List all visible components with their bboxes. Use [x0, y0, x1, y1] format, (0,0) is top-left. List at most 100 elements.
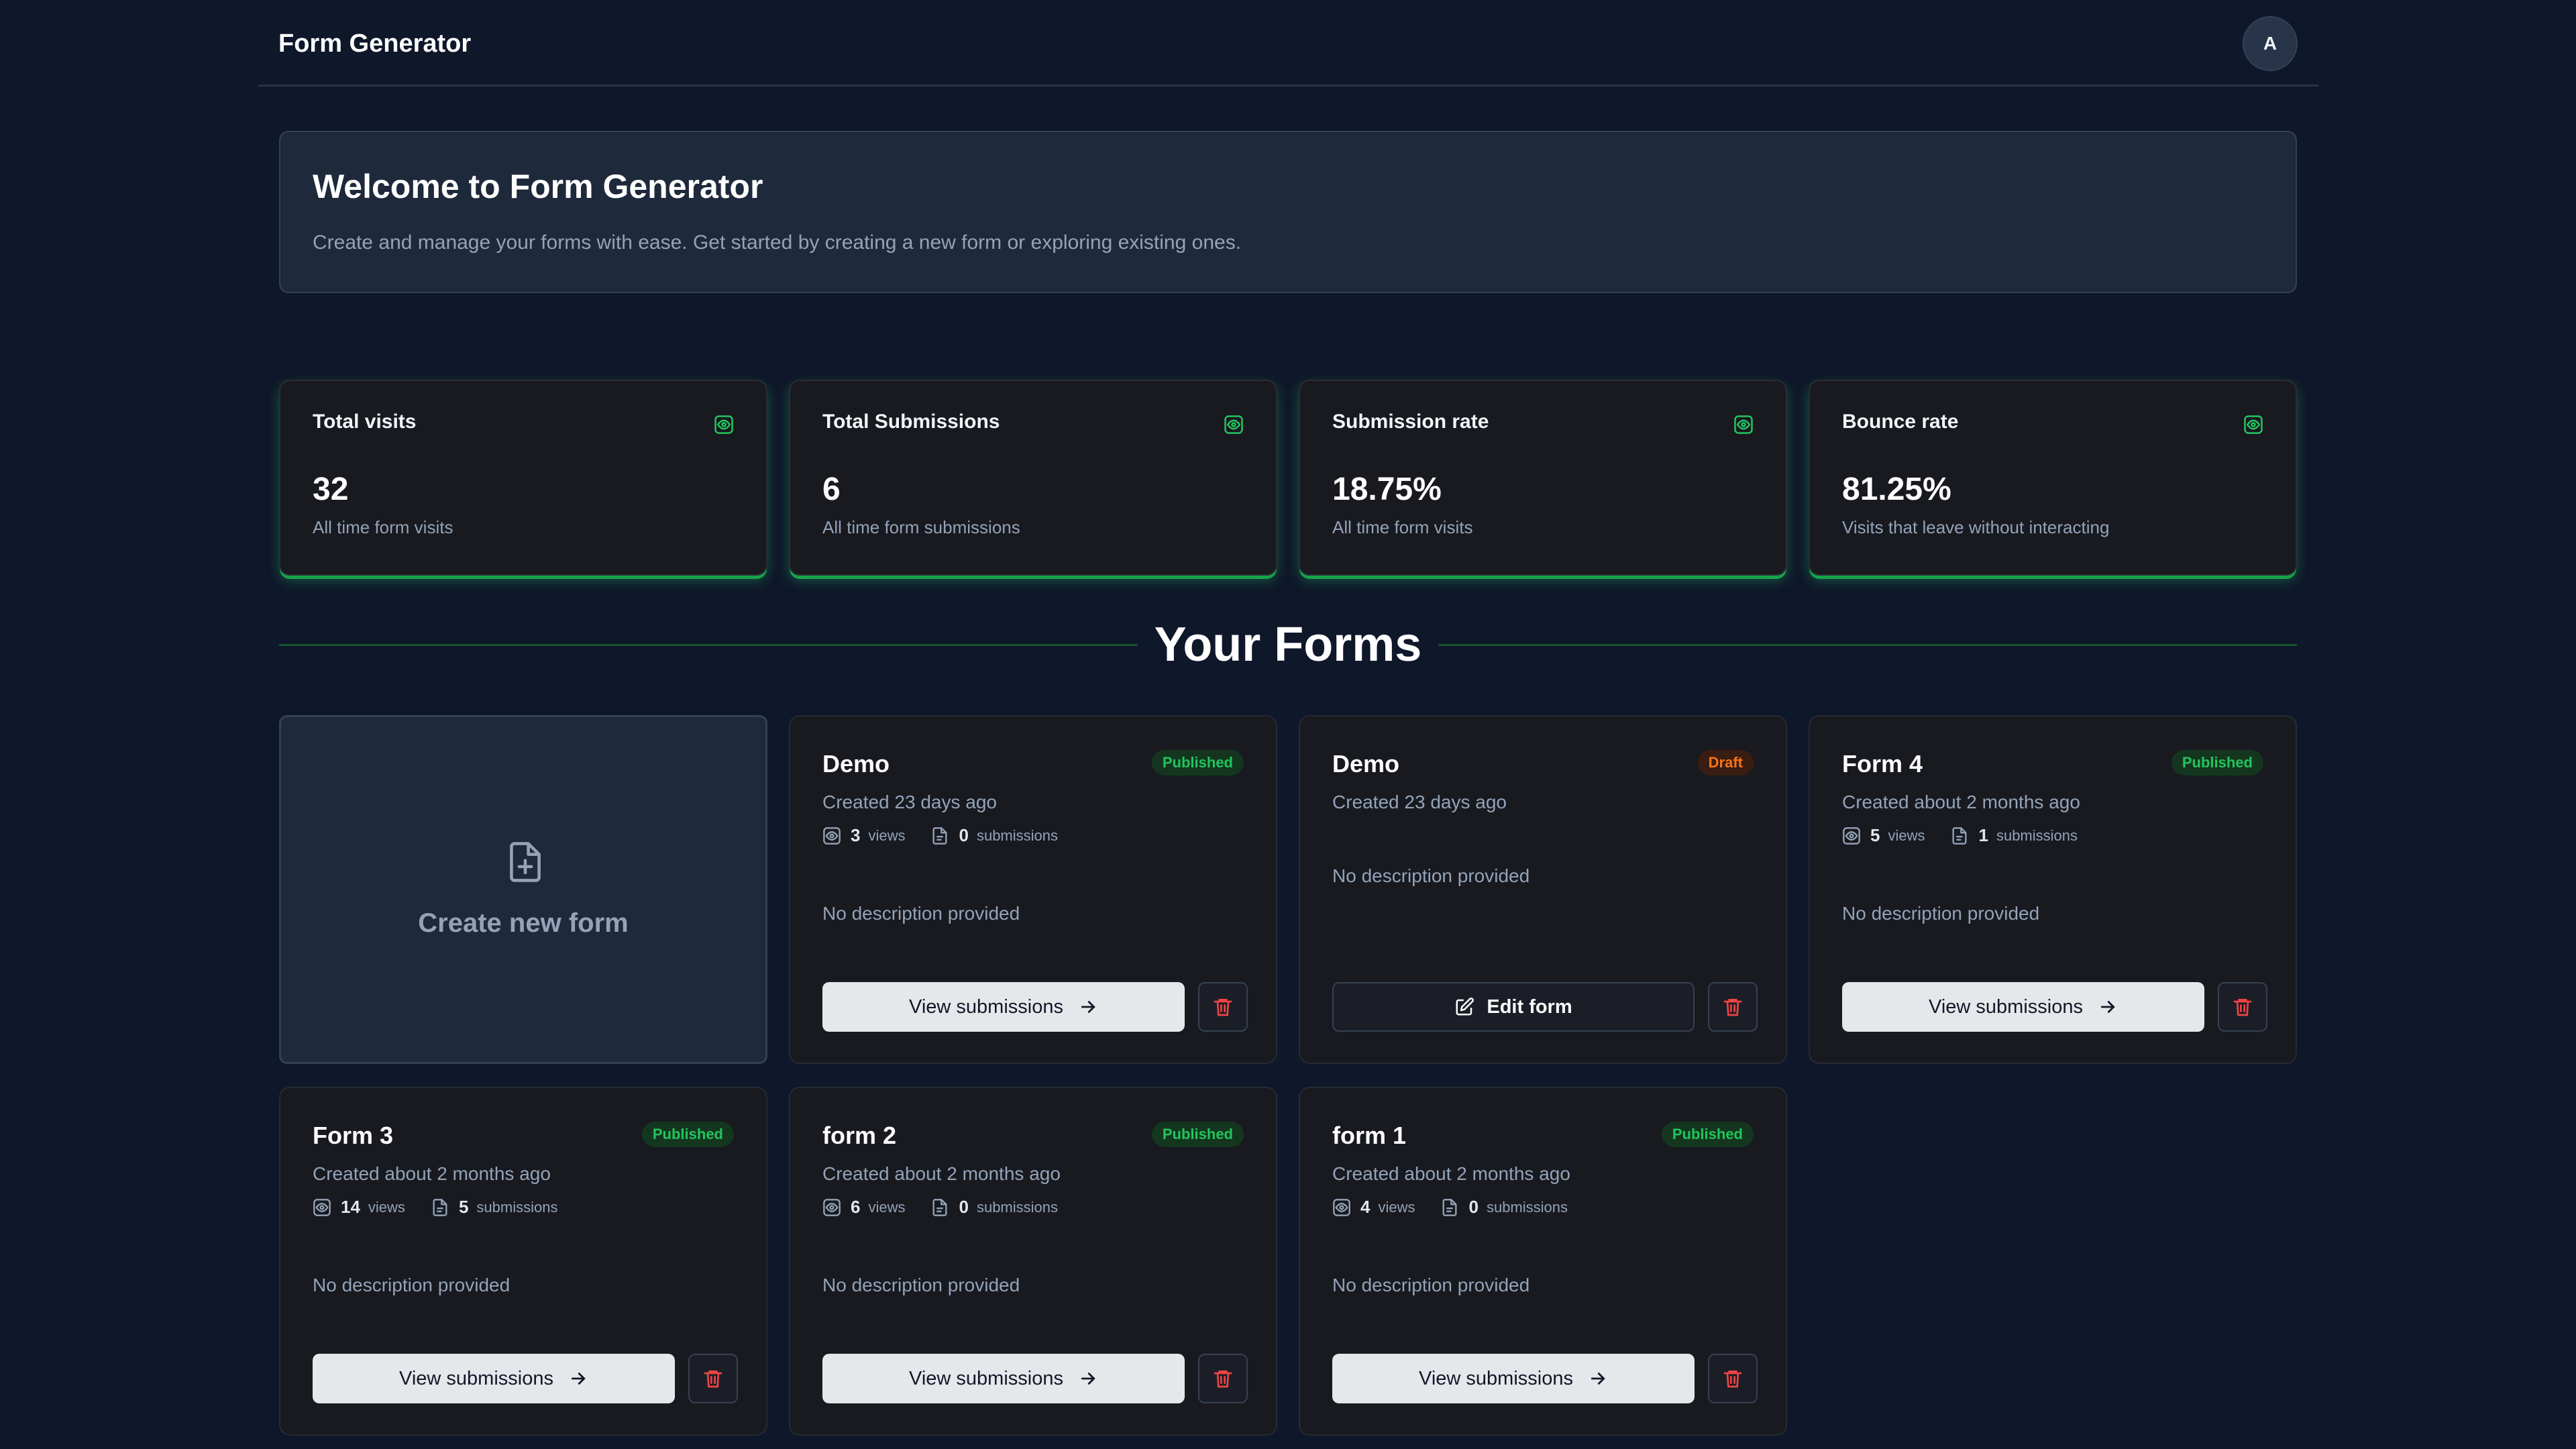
form-created-date: Created about 2 months ago: [1842, 792, 2080, 812]
delete-form-button[interactable]: [1708, 1354, 1758, 1403]
stat-card-total-submissions: Total Submissions 6 All time form submis…: [789, 380, 1277, 576]
eye-icon: [2244, 415, 2263, 434]
stat-title: Total Submissions: [822, 411, 1000, 433]
trash-icon: [1723, 999, 1742, 1016]
submissions-count: 1: [1978, 825, 1988, 845]
edit-icon: [1456, 998, 1474, 1016]
stat-help-text: All time form submissions: [822, 517, 1020, 537]
view-submissions-label: View submissions: [399, 1367, 553, 1389]
form-card: form 1 Published Created about 2 months …: [1299, 1087, 1787, 1436]
form-stats: 6 views 0 submissions: [822, 1197, 1083, 1218]
views-count: 5: [1870, 825, 1880, 845]
form-name: Demo: [822, 750, 890, 777]
views-count: 3: [851, 825, 861, 845]
stat-title: Bounce rate: [1842, 411, 1959, 433]
eye-icon: [313, 1198, 331, 1216]
trash-icon: [704, 1371, 722, 1388]
arrow-right-icon: [1591, 1373, 1605, 1385]
create-new-form-button[interactable]: Create new form: [279, 715, 767, 1064]
arrow-right-icon: [2100, 1001, 2115, 1013]
form-card: Demo Published Created 23 days ago 3 vie…: [789, 715, 1277, 1064]
delete-form-button[interactable]: [688, 1354, 738, 1403]
file-icon: [932, 1198, 947, 1216]
views-count: 4: [1360, 1197, 1371, 1217]
form-name: form 1: [1332, 1122, 1407, 1149]
form-card: Form 4 Published Created about 2 months …: [1809, 715, 2297, 1064]
form-created-date: Created about 2 months ago: [1332, 1163, 1570, 1184]
edit-form-button[interactable]: Edit form: [1332, 982, 1695, 1032]
delete-form-button[interactable]: [1198, 982, 1248, 1032]
form-created-date: Created 23 days ago: [1332, 792, 1507, 812]
form-name: Form 3: [313, 1122, 394, 1149]
form-description: No description provided: [1332, 865, 1530, 886]
eye-icon: [823, 1198, 841, 1216]
stat-help-text: Visits that leave without interacting: [1842, 517, 2110, 537]
status-badge: Published: [1151, 1122, 1244, 1147]
view-submissions-button[interactable]: View submissions: [1332, 1354, 1695, 1403]
form-name: Form 4: [1842, 750, 1923, 777]
form-description: No description provided: [1332, 1275, 1530, 1295]
view-submissions-button[interactable]: View submissions: [313, 1354, 675, 1403]
stat-title: Total visits: [313, 411, 417, 433]
trash-icon: [1214, 999, 1232, 1016]
views-label: views: [868, 1198, 906, 1216]
file-icon: [1952, 826, 1967, 845]
delete-form-button[interactable]: [2218, 982, 2267, 1032]
form-created-date: Created about 2 months ago: [822, 1163, 1061, 1184]
view-submissions-button[interactable]: View submissions: [822, 1354, 1185, 1403]
your-forms-heading: Your Forms: [1154, 618, 1422, 672]
arrow-right-icon: [1081, 1373, 1095, 1385]
delete-form-button[interactable]: [1198, 1354, 1248, 1403]
views-label: views: [1378, 1198, 1415, 1216]
user-avatar[interactable]: A: [2243, 16, 2298, 71]
view-submissions-button[interactable]: View submissions: [822, 982, 1185, 1032]
trash-icon: [1723, 1371, 1742, 1388]
delete-form-button[interactable]: [1708, 982, 1758, 1032]
submissions-count: 0: [959, 1197, 969, 1217]
stat-card-total-visits: Total visits 32 All time form visits: [279, 380, 767, 576]
form-stats: 14 views 5 submissions: [313, 1197, 583, 1218]
form-stats: 4 views 0 submissions: [1332, 1197, 1593, 1218]
trash-icon: [1214, 1371, 1232, 1388]
submissions-label: submissions: [476, 1198, 558, 1216]
stat-value: 18.75%: [1332, 472, 1442, 507]
view-submissions-button[interactable]: View submissions: [1842, 982, 2204, 1032]
eye-icon: [714, 415, 733, 434]
submissions-label: submissions: [976, 1198, 1058, 1216]
stat-card-submission-rate: Submission rate 18.75% All time form vis…: [1299, 380, 1787, 576]
form-description: No description provided: [822, 903, 1020, 924]
trash-icon: [2233, 999, 2252, 1016]
arrow-right-icon: [1081, 1001, 1095, 1013]
form-created-date: Created about 2 months ago: [313, 1163, 551, 1184]
form-name: Demo: [1332, 750, 1400, 777]
stat-card-bounce-rate: Bounce rate 81.25% Visits that leave wit…: [1809, 380, 2297, 576]
form-card: Demo Draft Created 23 days ago No descri…: [1299, 715, 1787, 1064]
edit-form-label: Edit form: [1487, 996, 1572, 1018]
eye-icon: [1843, 826, 1860, 845]
form-name: form 2: [822, 1122, 897, 1149]
eye-icon: [1734, 415, 1753, 434]
submissions-count: 0: [959, 825, 969, 845]
view-submissions-label: View submissions: [1419, 1367, 1573, 1389]
submissions-label: submissions: [976, 826, 1058, 844]
eye-icon: [1333, 1198, 1350, 1216]
view-submissions-label: View submissions: [909, 1367, 1063, 1389]
view-submissions-label: View submissions: [909, 996, 1063, 1018]
submissions-count: 5: [458, 1197, 469, 1217]
create-new-form-label: Create new form: [418, 908, 629, 938]
form-card: form 2 Published Created about 2 months …: [789, 1087, 1277, 1436]
file-icon: [1442, 1198, 1457, 1216]
stat-help-text: All time form visits: [1332, 517, 1473, 537]
status-badge: Published: [641, 1122, 734, 1147]
submissions-count: 0: [1468, 1197, 1479, 1217]
file-plus-icon: [510, 842, 541, 882]
file-icon: [932, 826, 947, 845]
views-label: views: [868, 826, 906, 844]
section-divider-right: [1438, 644, 2297, 646]
welcome-subtitle: Create and manage your forms with ease. …: [313, 231, 1242, 254]
status-badge: Published: [1151, 750, 1244, 775]
form-stats: 5 views 1 submissions: [1842, 825, 2103, 846]
submissions-label: submissions: [1486, 1198, 1568, 1216]
stat-value: 32: [313, 472, 349, 507]
app-title[interactable]: Form Generator: [278, 30, 471, 58]
